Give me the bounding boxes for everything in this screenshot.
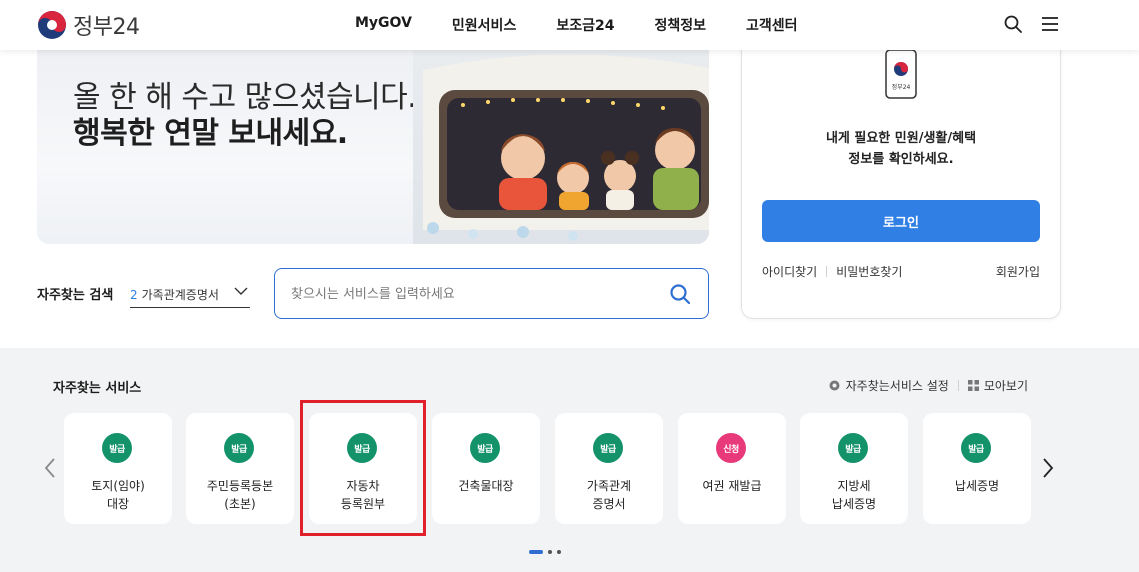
- service-card[interactable]: 발급건축물대장: [432, 413, 540, 524]
- find-id-link[interactable]: 아이디찾기: [762, 263, 817, 280]
- settings-label: 자주찾는서비스 설정: [845, 379, 949, 393]
- service-label: 여권 재발급: [702, 479, 762, 493]
- family-in-van-illustration: [413, 50, 709, 244]
- account-links: 아이디찾기 비밀번호찾기 회원가입: [762, 263, 1040, 280]
- nav-civil-service[interactable]: 민원서비스: [452, 15, 516, 35]
- signup-link[interactable]: 회원가입: [996, 263, 1040, 280]
- nav-customer-center[interactable]: 고객센터: [746, 15, 798, 35]
- service-label: 주민등록등본 (초본): [206, 479, 274, 511]
- grid-icon: [967, 380, 979, 391]
- service-badge: 발급: [470, 433, 500, 463]
- frequent-search-select[interactable]: 2 가족관계증명서: [130, 282, 250, 308]
- service-label: 납세증명: [954, 479, 1000, 493]
- service-card[interactable]: 발급납세증명: [923, 413, 1031, 524]
- page-dot-active[interactable]: [529, 550, 543, 554]
- find-password-link[interactable]: 비밀번호찾기: [836, 263, 902, 280]
- divider: [957, 380, 959, 391]
- page-dot[interactable]: [548, 550, 552, 554]
- service-card[interactable]: 발급가족관계 증명서: [555, 413, 663, 524]
- nav-mygov[interactable]: MyGOV: [355, 15, 412, 35]
- chevron-right-icon[interactable]: [1041, 457, 1055, 479]
- chevron-down-icon: [234, 287, 248, 295]
- service-card[interactable]: 신청여권 재발급: [678, 413, 786, 524]
- service-badge: 발급: [102, 433, 132, 463]
- promo-banner[interactable]: 올 한 해 수고 많으셨습니다. 행복한 연말 보내세요.: [37, 50, 709, 244]
- frequent-search-label: 자주찾는 검색: [37, 288, 114, 303]
- login-message-line2: 정보를 확인하세요.: [848, 152, 954, 167]
- login-message-line1: 내게 필요한 민원/생활/혜택: [825, 131, 977, 146]
- divider: [826, 266, 828, 277]
- main-nav: MyGOV 민원서비스 보조금24 정책정보 고객센터: [355, 15, 838, 35]
- settings-link[interactable]: 자주찾는서비스 설정: [828, 377, 949, 394]
- nav-subsidy[interactable]: 보조금24: [556, 15, 614, 35]
- frequent-search-value: 가족관계증명서: [141, 288, 219, 302]
- search-icon[interactable]: [1003, 14, 1023, 34]
- gear-icon: [829, 380, 840, 391]
- service-badge: 발급: [224, 433, 254, 463]
- service-badge: 발급: [593, 433, 623, 463]
- highlight-frame: [300, 400, 426, 536]
- carousel-pagination: [529, 550, 561, 554]
- service-badge: 발급: [838, 433, 868, 463]
- grid-view-label: 모아보기: [983, 379, 1028, 393]
- logo-text: 정부24: [73, 15, 140, 40]
- service-label: 가족관계 증명서: [586, 479, 632, 511]
- phone-label: 정부24: [892, 84, 911, 91]
- service-card[interactable]: 발급지방세 납세증명: [800, 413, 908, 524]
- login-panel: 정부24 내게 필요한 민원/생활/혜택 정보를 확인하세요. 로그인 아이디찾…: [741, 36, 1061, 319]
- section-tools: 자주찾는서비스 설정 모아보기: [828, 377, 1028, 394]
- service-label: 토지(임야) 대장: [91, 479, 145, 511]
- taegeuk-logo-icon: [38, 11, 66, 39]
- hamburger-menu-icon[interactable]: [1040, 14, 1060, 34]
- login-button[interactable]: 로그인: [762, 200, 1040, 242]
- site-header: 정부24 MyGOV 민원서비스 보조금24 정책정보 고객센터: [0, 0, 1139, 50]
- service-search-input[interactable]: [291, 283, 651, 305]
- nav-policy[interactable]: 정책정보: [654, 15, 706, 35]
- service-label: 건축물대장: [458, 479, 514, 493]
- service-card[interactable]: 발급토지(임야) 대장: [64, 413, 172, 524]
- site-logo[interactable]: 정부24: [37, 9, 140, 41]
- service-badge: 신청: [716, 433, 746, 463]
- service-label: 지방세 납세증명: [831, 479, 877, 511]
- service-card[interactable]: 발급주민등록등본 (초본): [186, 413, 294, 524]
- chevron-left-icon[interactable]: [43, 457, 57, 479]
- service-badge: 발급: [961, 433, 991, 463]
- frequent-services-section: 자주찾는 서비스 자주찾는서비스 설정 모아보기 발급 토지(임야) 대장 발급 주민…: [0, 348, 1139, 572]
- section-title: 자주찾는 서비스: [53, 381, 142, 396]
- frequent-search-rank: 2: [130, 287, 138, 302]
- service-search-box: [274, 268, 709, 319]
- banner-subheadline: 행복한 연말 보내세요.: [73, 116, 348, 151]
- search-submit-icon[interactable]: [669, 283, 691, 305]
- grid-view-link[interactable]: 모아보기: [967, 377, 1028, 394]
- page-dot[interactable]: [557, 550, 561, 554]
- mobile-phone-icon: 정부24: [885, 49, 917, 99]
